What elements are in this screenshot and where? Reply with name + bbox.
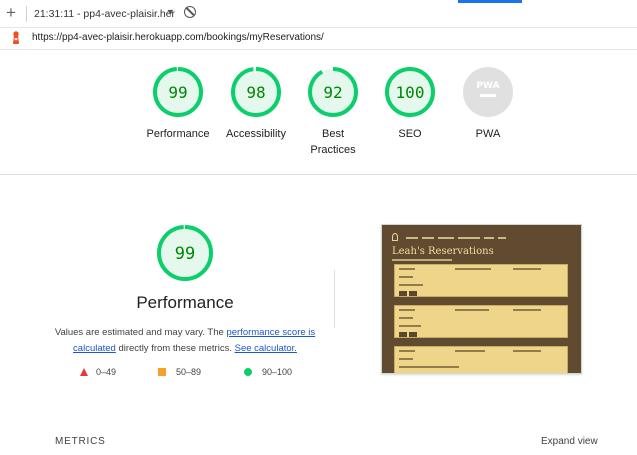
thumbnail-heading: Leah's Reservations (392, 246, 494, 257)
gauge-score: 99 (168, 83, 187, 102)
gauge-ring: 92 (308, 67, 358, 117)
thumbnail-logo-icon (392, 233, 398, 241)
average-square-icon (158, 368, 166, 376)
url-text[interactable]: https://pp4-avec-plaisir.herokuapp.com/b… (32, 32, 324, 43)
legend-fail: 0–49 (80, 367, 116, 377)
performance-title: Performance (136, 293, 234, 312)
pwa-badge-icon: PWA (463, 67, 513, 117)
browser-tab-bar: + 21:31:11 - pp4-avec-plaisir.her ▼ (0, 0, 637, 28)
reservation-card (394, 346, 568, 373)
gauge-score: 98 (246, 83, 265, 102)
legend-pass: 90–100 (244, 367, 292, 377)
gauge-pwa[interactable]: PWA PWA (448, 66, 528, 142)
gauge-score: 100 (396, 83, 425, 102)
vertical-divider (334, 270, 335, 328)
desc-text: Values are estimated and may vary. The (54, 327, 227, 338)
performance-score: 99 (175, 244, 195, 264)
gauge-label: Accessibility (226, 128, 286, 140)
section-divider (0, 174, 637, 175)
gauge-label: SEO (398, 128, 422, 140)
gauge-label: Performance (146, 128, 210, 140)
see-calculator-link[interactable]: See calculator. (235, 343, 297, 354)
performance-gauge: 99 (157, 225, 213, 281)
gauge-accessibility[interactable]: 98 Accessibility (216, 66, 296, 142)
gauge-label: Best Practices (310, 128, 356, 156)
gauge-ring: 98 (231, 67, 281, 117)
gauge-best-practices[interactable]: 92 Best Practices (294, 66, 372, 158)
gauge-performance[interactable]: 99 Performance (138, 66, 218, 142)
legend-pass-label: 90–100 (262, 367, 293, 377)
pass-circle-icon (244, 368, 252, 376)
pwa-badge-text: PWA (476, 81, 499, 91)
active-tab-indicator (458, 0, 522, 3)
thumbnail-navbar (392, 233, 572, 243)
gauge-ring: 100 (385, 67, 435, 117)
legend-average: 50–89 (158, 367, 201, 377)
gauge-score: 92 (323, 83, 342, 102)
tab-title[interactable]: 21:31:11 - pp4-avec-plaisir.her (34, 8, 175, 20)
gauge-label: PWA (475, 128, 501, 140)
metrics-heading: METRICS (55, 436, 106, 447)
reservation-card (394, 305, 568, 338)
tab-separator (26, 6, 27, 22)
block-icon[interactable] (184, 6, 196, 18)
legend-fail-label: 0–49 (96, 367, 117, 377)
expand-view-button[interactable]: Expand view (541, 436, 598, 447)
gauge-ring: 99 (153, 67, 203, 117)
fail-triangle-icon (80, 368, 88, 376)
legend-average-label: 50–89 (176, 367, 202, 377)
reservation-card (394, 264, 568, 297)
performance-description: Values are estimated and may vary. The p… (40, 325, 330, 357)
new-tab-icon[interactable]: + (6, 4, 16, 22)
lighthouse-icon (13, 31, 19, 44)
gauge-seo[interactable]: 100 SEO (370, 66, 450, 142)
category-gauges: 99 Performance 98 Accessibility 92 Best … (0, 52, 637, 172)
url-bar: https://pp4-avec-plaisir.herokuapp.com/b… (0, 28, 637, 50)
desc-text: directly from these metrics. (115, 343, 235, 354)
final-screenshot[interactable]: Leah's Reservations (381, 224, 582, 374)
thumbnail-subtitle-line (392, 259, 452, 261)
performance-summary: 99 Performance Values are estimated and … (40, 224, 330, 357)
tab-dropdown-icon[interactable]: ▼ (166, 7, 175, 17)
